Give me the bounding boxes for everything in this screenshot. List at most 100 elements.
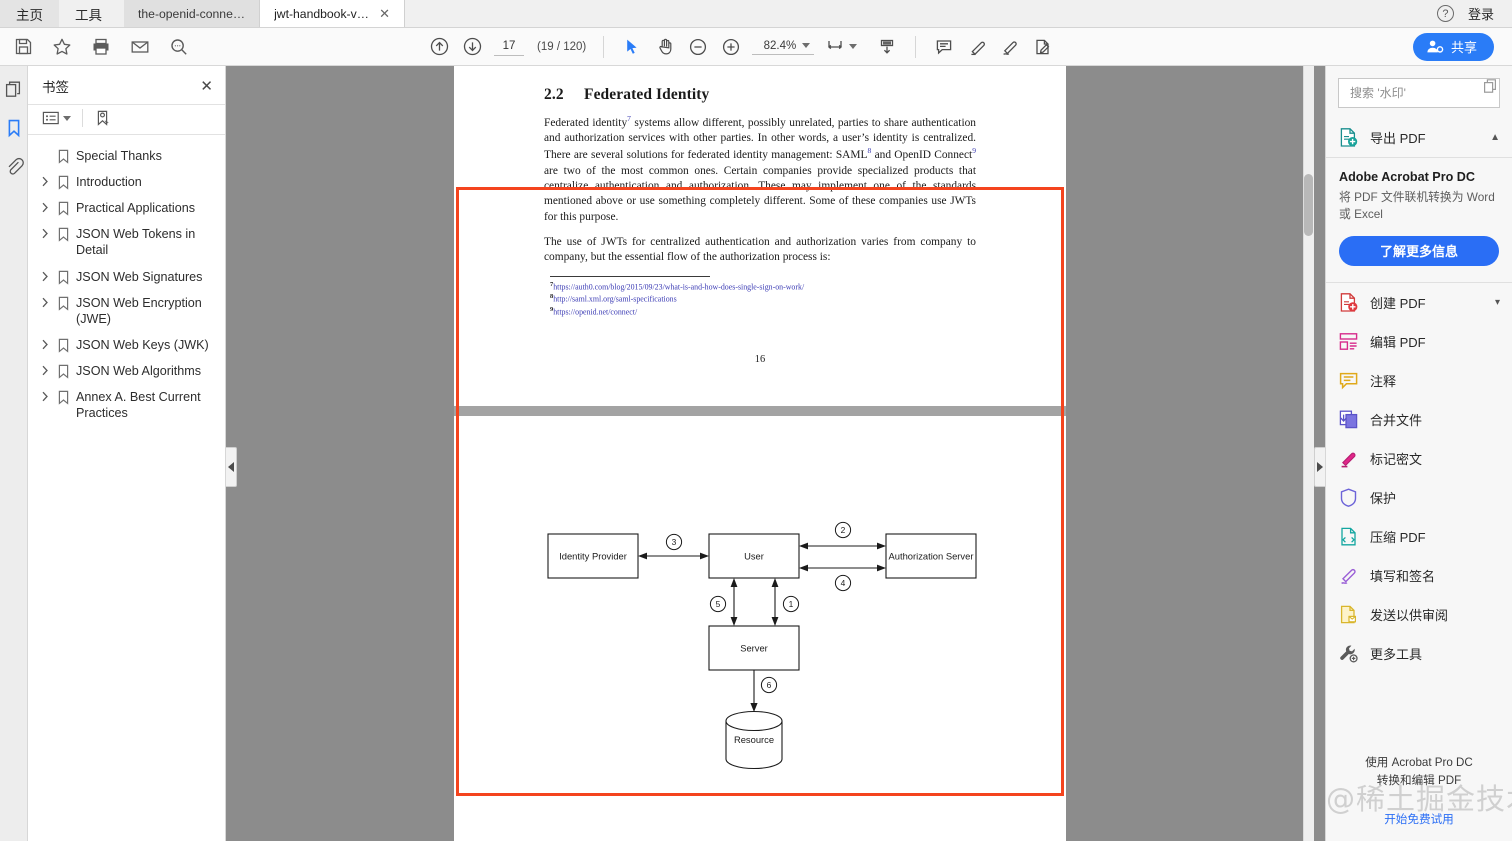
new-bookmark-button[interactable]: [94, 109, 112, 127]
sign-icon[interactable]: [995, 32, 1025, 62]
main-toolbar: (19 / 120): [0, 28, 1512, 66]
bookmark-item-practical-applications[interactable]: Practical Applications: [28, 195, 225, 221]
bookmark-item-json-web-encryption[interactable]: JSON Web Encryption (JWE): [28, 290, 225, 332]
sign-in-button[interactable]: 登录: [1468, 4, 1494, 23]
tool-redact[interactable]: 标记密文: [1326, 439, 1512, 478]
svg-text:Identity Provider: Identity Provider: [559, 551, 627, 562]
protect-shield-icon: [1338, 487, 1359, 508]
chevron-up-icon[interactable]: ▲: [1490, 132, 1500, 143]
bookmark-item-json-web-keys[interactable]: JSON Web Keys (JWK): [28, 332, 225, 358]
tools-search-input[interactable]: [1348, 85, 1490, 101]
vertical-scrollbar-thumb[interactable]: [1304, 174, 1313, 236]
zoom-in-icon[interactable]: [716, 32, 746, 62]
bookmark-options-menu[interactable]: [42, 110, 71, 126]
select-cursor-icon[interactable]: [617, 32, 647, 62]
menu-home[interactable]: 主页: [0, 0, 59, 27]
paragraph-federated-identity: Federated identity7 systems allow differ…: [544, 114, 977, 223]
tool-export-pdf[interactable]: 导出 PDF ▲: [1326, 118, 1512, 157]
chevron-right-icon[interactable]: [38, 295, 52, 308]
chevron-right-icon[interactable]: [38, 174, 52, 187]
redact-icon: [1338, 448, 1359, 469]
chevron-right-icon[interactable]: [38, 389, 52, 402]
save-icon[interactable]: [8, 32, 38, 62]
tool-label: 编辑 PDF: [1370, 334, 1426, 350]
zoom-out-icon[interactable]: [683, 32, 713, 62]
chevron-right-icon[interactable]: [38, 226, 52, 239]
svg-text:3: 3: [672, 537, 677, 547]
export-pdf-icon: [1338, 127, 1359, 148]
bookmark-item-json-web-tokens-in-detail[interactable]: JSON Web Tokens in Detail: [28, 221, 225, 263]
print-icon[interactable]: [86, 32, 116, 62]
close-icon[interactable]: ✕: [200, 79, 213, 94]
more-tools-icon: [1338, 643, 1359, 664]
page-number-input[interactable]: [494, 37, 524, 56]
email-icon[interactable]: [125, 32, 155, 62]
copy-icon[interactable]: [1483, 78, 1499, 94]
scroll-mode-icon[interactable]: [872, 32, 902, 62]
help-icon[interactable]: ?: [1436, 5, 1454, 22]
tool-fill-and-sign[interactable]: 填写和签名: [1326, 556, 1512, 595]
tool-send-for-review[interactable]: 发送以供审阅: [1326, 595, 1512, 634]
tool-combine-files[interactable]: 合并文件: [1326, 400, 1512, 439]
share-button[interactable]: 共享: [1412, 32, 1494, 61]
divider: [82, 109, 83, 127]
bookmark-item-special-thanks[interactable]: Special Thanks: [28, 143, 225, 169]
start-free-trial-link[interactable]: 开始免费试用: [1336, 811, 1502, 827]
bookmark-label: Special Thanks: [76, 149, 162, 163]
tool-edit-pdf[interactable]: 编辑 PDF: [1326, 322, 1512, 361]
svg-text:2: 2: [841, 525, 846, 535]
create-pdf-icon: [1338, 292, 1359, 313]
fit-page-width-icon[interactable]: [820, 32, 850, 62]
hand-tool-icon[interactable]: [650, 32, 680, 62]
menu-tools[interactable]: 工具: [59, 0, 118, 27]
footnote-text[interactable]: https://openid.net/connect/: [553, 308, 637, 317]
tool-compress-pdf[interactable]: 压缩 PDF: [1326, 517, 1512, 556]
bookmark-flag-icon: [57, 148, 71, 164]
tab-the-openid-connect[interactable]: the-openid-conne…: [124, 0, 261, 27]
zoom-level-dropdown[interactable]: 82.4%: [752, 39, 815, 55]
footnote-text[interactable]: https://auth0.com/blog/2015/09/23/what-i…: [553, 282, 804, 291]
bookmarks-panel: 书签 ✕ Special Thanks Introduction Practic…: [28, 66, 226, 841]
bookmark-item-introduction[interactable]: Introduction: [28, 169, 225, 195]
bookmark-flag-icon: [57, 363, 71, 379]
attachments-icon[interactable]: [4, 156, 24, 176]
tool-more-tools[interactable]: 更多工具: [1326, 634, 1512, 673]
chevron-right-icon[interactable]: [38, 269, 52, 282]
footnote-8: 8http://saml.xml.org/saml-specifications: [550, 292, 976, 305]
tools-search-box[interactable]: [1338, 78, 1500, 108]
collapse-right-panel-button[interactable]: [1314, 447, 1325, 487]
close-icon[interactable]: ✕: [379, 7, 390, 20]
collapse-left-panel-button[interactable]: [226, 447, 237, 487]
chevron-down-icon[interactable]: [849, 44, 858, 49]
edit-pdf-icon[interactable]: [1028, 32, 1058, 62]
bookmark-flag-icon: [57, 295, 71, 311]
triangle-left-icon: [228, 462, 234, 472]
toolbar-center-group: (19 / 120): [424, 32, 1058, 62]
chevron-right-icon[interactable]: [38, 200, 52, 213]
svg-text:5: 5: [716, 599, 721, 609]
tab-jwt-handbook[interactable]: jwt-handbook-v0_… ✕: [260, 0, 406, 27]
chevron-down-icon[interactable]: ▾: [1495, 297, 1500, 308]
tool-create-pdf[interactable]: 创建 PDF ▾: [1326, 283, 1512, 322]
highlight-icon[interactable]: [962, 32, 992, 62]
search-icon[interactable]: [164, 32, 194, 62]
bookmark-item-json-web-signatures[interactable]: JSON Web Signatures: [28, 264, 225, 290]
previous-page-icon[interactable]: [424, 32, 454, 62]
add-comment-icon[interactable]: [929, 32, 959, 62]
chevron-right-icon[interactable]: [38, 337, 52, 350]
learn-more-button[interactable]: 了解更多信息: [1339, 235, 1499, 266]
bookmarks-icon[interactable]: [4, 118, 24, 138]
bookmark-label: JSON Web Algorithms: [76, 363, 202, 378]
tool-protect[interactable]: 保护: [1326, 478, 1512, 517]
chevron-right-icon[interactable]: [38, 363, 52, 376]
tool-comment[interactable]: 注释: [1326, 361, 1512, 400]
bookmark-star-icon[interactable]: [47, 32, 77, 62]
bookmark-item-json-web-algorithms[interactable]: JSON Web Algorithms: [28, 358, 225, 384]
page-thumbnails-icon[interactable]: [4, 80, 24, 100]
bookmark-item-annex-a[interactable]: Annex A. Best Current Practices: [28, 384, 225, 426]
navigation-rail: [0, 66, 28, 841]
footnote-text[interactable]: http://saml.xml.org/saml-specifications: [553, 295, 676, 304]
next-page-icon[interactable]: [457, 32, 487, 62]
footer-line-2: 转换和编辑 PDF: [1376, 773, 1462, 787]
bookmark-flag-icon: [57, 200, 71, 216]
